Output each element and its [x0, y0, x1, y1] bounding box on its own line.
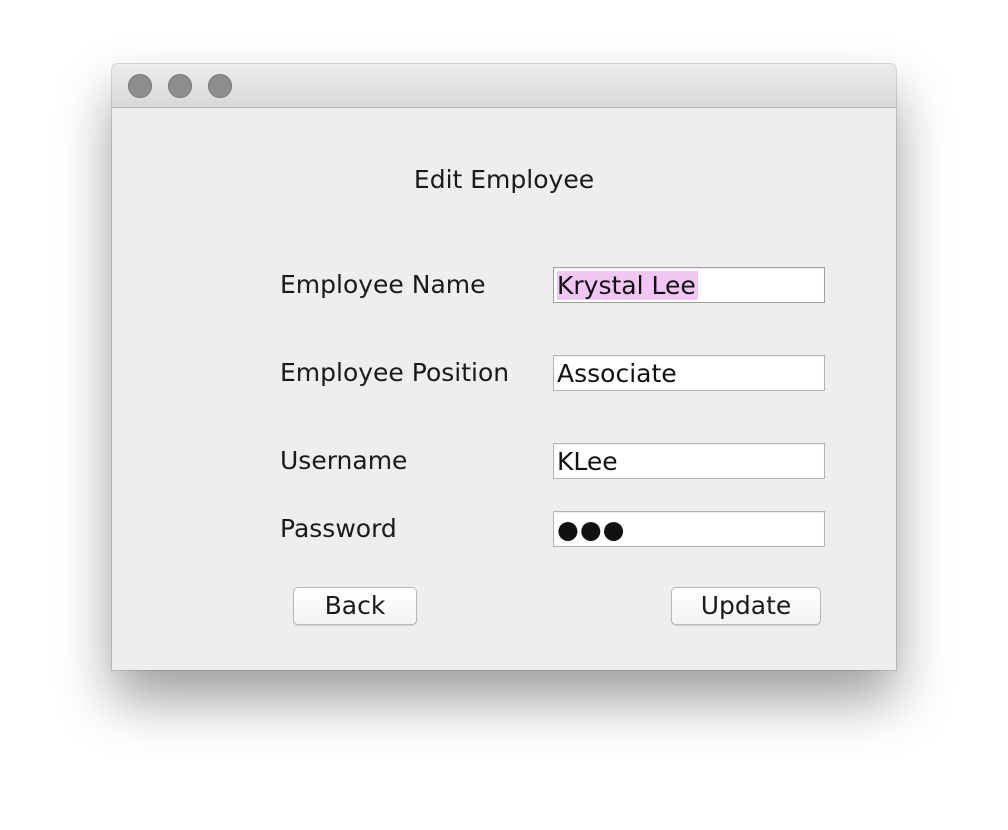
employee-position-label: Employee Position — [280, 358, 510, 387]
edit-employee-window: Edit Employee Employee Name Krystal Lee … — [112, 64, 896, 670]
employee-name-value: Krystal Lee — [557, 271, 698, 300]
form-title: Edit Employee — [413, 165, 595, 194]
password-label: Password — [280, 514, 397, 543]
zoom-window-button[interactable] — [208, 74, 232, 98]
window-titlebar[interactable] — [112, 64, 896, 108]
close-window-button[interactable] — [128, 74, 152, 98]
minimize-window-button[interactable] — [168, 74, 192, 98]
employee-position-value: Associate — [557, 359, 677, 388]
update-button[interactable]: Update — [671, 587, 821, 625]
back-button[interactable]: Back — [293, 587, 417, 625]
password-masked-value: ●●● — [557, 515, 626, 544]
employee-name-input[interactable]: Krystal Lee — [553, 267, 825, 303]
username-input[interactable]: KLee — [553, 443, 825, 479]
employee-position-input[interactable]: Associate — [553, 355, 825, 391]
username-label: Username — [280, 446, 408, 475]
password-input[interactable]: ●●● — [553, 511, 825, 547]
username-value: KLee — [557, 447, 618, 476]
employee-name-label: Employee Name — [280, 270, 486, 299]
